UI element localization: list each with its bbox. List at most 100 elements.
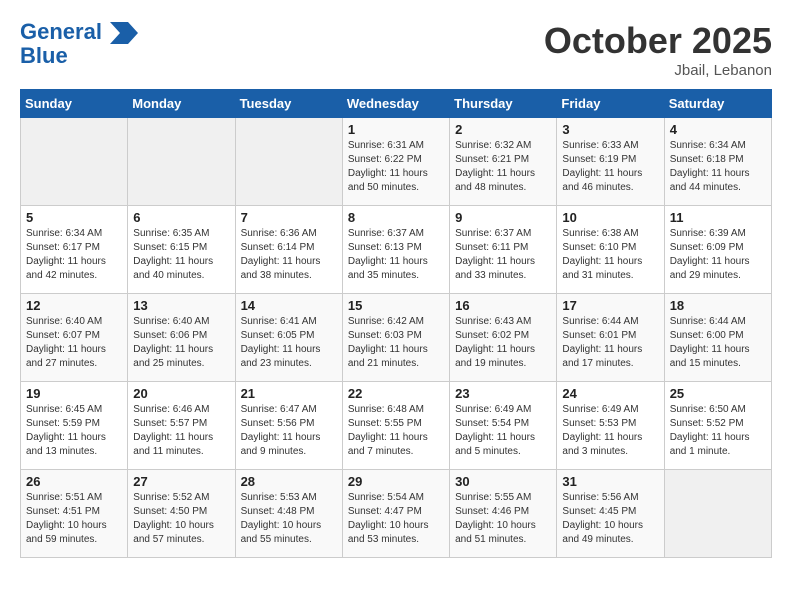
calendar-cell: 19 Sunrise: 6:45 AMSunset: 5:59 PMDayligh… (21, 382, 128, 470)
calendar-body: 1 Sunrise: 6:31 AMSunset: 6:22 PMDaylight… (21, 118, 772, 558)
header-monday: Monday (128, 90, 235, 118)
day-info: Sunrise: 5:54 AMSunset: 4:47 PMDaylight:… (348, 491, 444, 547)
day-number: 27 (133, 474, 229, 489)
day-number: 17 (562, 298, 658, 313)
day-info: Sunrise: 6:47 AMSunset: 5:56 PMDaylight:… (241, 403, 337, 459)
calendar-cell: 13 Sunrise: 6:40 AMSunset: 6:06 PMDayligh… (128, 294, 235, 382)
header-tuesday: Tuesday (235, 90, 342, 118)
day-info: Sunrise: 6:49 AMSunset: 5:53 PMDaylight:… (562, 403, 658, 459)
calendar-cell (128, 118, 235, 206)
calendar-cell: 22 Sunrise: 6:48 AMSunset: 5:55 PMDayligh… (342, 382, 449, 470)
header-friday: Friday (557, 90, 664, 118)
day-info: Sunrise: 5:56 AMSunset: 4:45 PMDaylight:… (562, 491, 658, 547)
calendar-cell: 16 Sunrise: 6:43 AMSunset: 6:02 PMDayligh… (450, 294, 557, 382)
header-thursday: Thursday (450, 90, 557, 118)
day-info: Sunrise: 6:50 AMSunset: 5:52 PMDaylight:… (670, 403, 766, 459)
day-info: Sunrise: 6:34 AMSunset: 6:18 PMDaylight:… (670, 139, 766, 195)
week-row: 19 Sunrise: 6:45 AMSunset: 5:59 PMDayligh… (21, 382, 772, 470)
day-number: 16 (455, 298, 551, 313)
calendar-cell: 20Sunrise: 6:46 AMSunset: 5:57 PMDayligh… (128, 382, 235, 470)
logo-text: General (20, 20, 138, 44)
day-number: 23 (455, 386, 551, 401)
day-number: 22 (348, 386, 444, 401)
day-number: 29 (348, 474, 444, 489)
week-row: 26 Sunrise: 5:51 AMSunset: 4:51 PMDayligh… (21, 470, 772, 558)
day-info: Sunrise: 6:36 AMSunset: 6:14 PMDaylight:… (241, 227, 337, 283)
calendar-header: SundayMondayTuesdayWednesdayThursdayFrid… (21, 90, 772, 118)
day-number: 6 (133, 210, 229, 225)
day-info: Sunrise: 6:34 AMSunset: 6:17 PMDaylight:… (26, 227, 122, 283)
calendar-cell: 24Sunrise: 6:49 AMSunset: 5:53 PMDayligh… (557, 382, 664, 470)
day-number: 8 (348, 210, 444, 225)
calendar-cell: 25 Sunrise: 6:50 AMSunset: 5:52 PMDayligh… (664, 382, 771, 470)
day-info: Sunrise: 5:51 AMSunset: 4:51 PMDaylight:… (26, 491, 122, 547)
day-number: 25 (670, 386, 766, 401)
location-subtitle: Jbail, Lebanon (544, 62, 772, 79)
day-number: 30 (455, 474, 551, 489)
day-number: 4 (670, 122, 766, 137)
day-info: Sunrise: 6:44 AMSunset: 6:01 PMDaylight:… (562, 315, 658, 371)
day-info: Sunrise: 6:48 AMSunset: 5:55 PMDaylight:… (348, 403, 444, 459)
calendar-cell: 12 Sunrise: 6:40 AMSunset: 6:07 PMDayligh… (21, 294, 128, 382)
day-info: Sunrise: 6:37 AMSunset: 6:13 PMDaylight:… (348, 227, 444, 283)
day-number: 28 (241, 474, 337, 489)
day-number: 15 (348, 298, 444, 313)
day-number: 3 (562, 122, 658, 137)
calendar-cell: 29 Sunrise: 5:54 AMSunset: 4:47 PMDayligh… (342, 470, 449, 558)
day-info: Sunrise: 6:31 AMSunset: 6:22 PMDaylight:… (348, 139, 444, 195)
calendar-cell (235, 118, 342, 206)
day-number: 13 (133, 298, 229, 313)
day-number: 18 (670, 298, 766, 313)
week-row: 1 Sunrise: 6:31 AMSunset: 6:22 PMDaylight… (21, 118, 772, 206)
day-info: Sunrise: 6:39 AMSunset: 6:09 PMDaylight:… (670, 227, 766, 283)
calendar-cell: 30Sunrise: 5:55 AMSunset: 4:46 PMDayligh… (450, 470, 557, 558)
month-title: October 2025 (544, 20, 772, 62)
calendar-cell: 21 Sunrise: 6:47 AMSunset: 5:56 PMDayligh… (235, 382, 342, 470)
day-info: Sunrise: 6:37 AMSunset: 6:11 PMDaylight:… (455, 227, 551, 283)
day-number: 21 (241, 386, 337, 401)
calendar-cell: 3 Sunrise: 6:33 AMSunset: 6:19 PMDaylight… (557, 118, 664, 206)
day-number: 2 (455, 122, 551, 137)
calendar-cell: 23 Sunrise: 6:49 AMSunset: 5:54 PMDayligh… (450, 382, 557, 470)
calendar-cell: 18 Sunrise: 6:44 AMSunset: 6:00 PMDayligh… (664, 294, 771, 382)
day-info: Sunrise: 6:44 AMSunset: 6:00 PMDaylight:… (670, 315, 766, 371)
header-sunday: Sunday (21, 90, 128, 118)
calendar-cell: 7Sunrise: 6:36 AMSunset: 6:14 PMDaylight… (235, 206, 342, 294)
calendar-cell (21, 118, 128, 206)
calendar-cell: 6 Sunrise: 6:35 AMSunset: 6:15 PMDaylight… (128, 206, 235, 294)
day-info: Sunrise: 6:43 AMSunset: 6:02 PMDaylight:… (455, 315, 551, 371)
day-number: 14 (241, 298, 337, 313)
day-info: Sunrise: 6:35 AMSunset: 6:15 PMDaylight:… (133, 227, 229, 283)
calendar-cell: 11 Sunrise: 6:39 AMSunset: 6:09 PMDayligh… (664, 206, 771, 294)
day-info: Sunrise: 6:40 AMSunset: 6:06 PMDaylight:… (133, 315, 229, 371)
day-number: 1 (348, 122, 444, 137)
day-number: 11 (670, 210, 766, 225)
day-info: Sunrise: 6:41 AMSunset: 6:05 PMDaylight:… (241, 315, 337, 371)
day-info: Sunrise: 6:33 AMSunset: 6:19 PMDaylight:… (562, 139, 658, 195)
day-number: 12 (26, 298, 122, 313)
header-wednesday: Wednesday (342, 90, 449, 118)
day-number: 5 (26, 210, 122, 225)
page-header: General Blue October 2025 Jbail, Lebanon (20, 20, 772, 79)
calendar-cell: 31 Sunrise: 5:56 AMSunset: 4:45 PMDayligh… (557, 470, 664, 558)
day-info: Sunrise: 6:40 AMSunset: 6:07 PMDaylight:… (26, 315, 122, 371)
calendar-cell: 15 Sunrise: 6:42 AMSunset: 6:03 PMDayligh… (342, 294, 449, 382)
day-info: Sunrise: 6:49 AMSunset: 5:54 PMDaylight:… (455, 403, 551, 459)
calendar-table: SundayMondayTuesdayWednesdayThursdayFrid… (20, 89, 772, 558)
day-info: Sunrise: 6:42 AMSunset: 6:03 PMDaylight:… (348, 315, 444, 371)
logo-blue-text: Blue (20, 44, 138, 68)
calendar-cell: 27Sunrise: 5:52 AMSunset: 4:50 PMDayligh… (128, 470, 235, 558)
calendar-cell: 14 Sunrise: 6:41 AMSunset: 6:05 PMDayligh… (235, 294, 342, 382)
day-info: Sunrise: 6:32 AMSunset: 6:21 PMDaylight:… (455, 139, 551, 195)
title-block: October 2025 Jbail, Lebanon (544, 20, 772, 79)
day-number: 26 (26, 474, 122, 489)
day-number: 31 (562, 474, 658, 489)
header-row: SundayMondayTuesdayWednesdayThursdayFrid… (21, 90, 772, 118)
calendar-cell: 9Sunrise: 6:37 AMSunset: 6:11 PMDaylight… (450, 206, 557, 294)
calendar-cell: 1 Sunrise: 6:31 AMSunset: 6:22 PMDaylight… (342, 118, 449, 206)
day-number: 19 (26, 386, 122, 401)
calendar-cell: 10Sunrise: 6:38 AMSunset: 6:10 PMDayligh… (557, 206, 664, 294)
calendar-cell: 2 Sunrise: 6:32 AMSunset: 6:21 PMDaylight… (450, 118, 557, 206)
calendar-cell: 26 Sunrise: 5:51 AMSunset: 4:51 PMDayligh… (21, 470, 128, 558)
day-info: Sunrise: 6:45 AMSunset: 5:59 PMDaylight:… (26, 403, 122, 459)
